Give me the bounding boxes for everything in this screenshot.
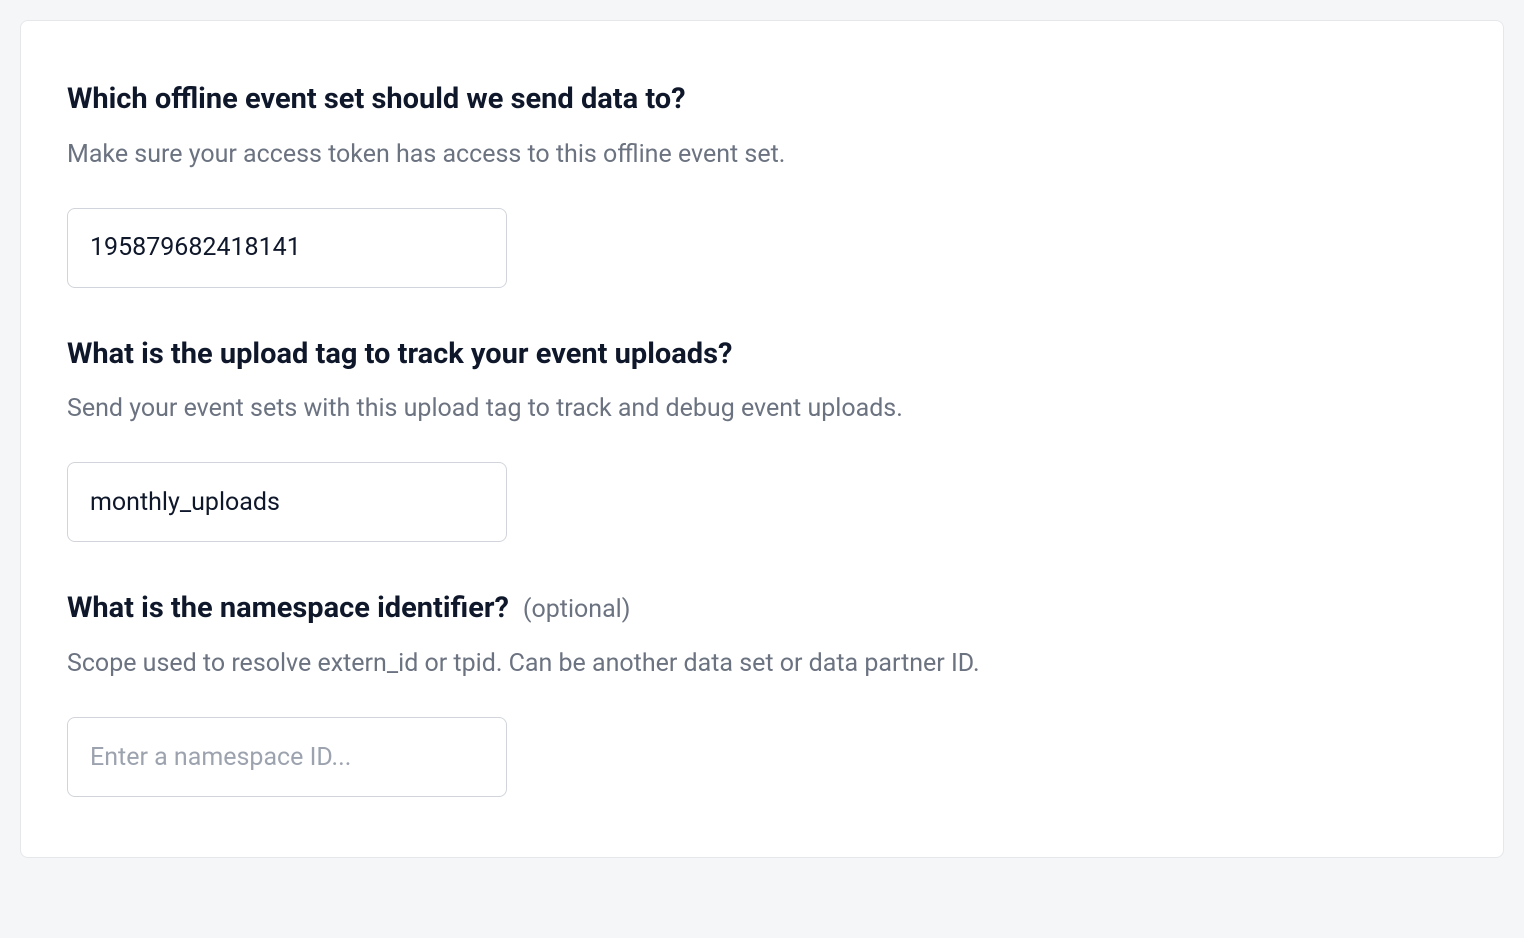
event-set-description: Make sure your access token has access t… <box>67 137 1457 172</box>
namespace-field-group: What is the namespace identifier? (optio… <box>67 590 1457 797</box>
namespace-optional-label: (optional) <box>523 595 631 624</box>
event-set-title: Which offline event set should we send d… <box>67 82 686 116</box>
settings-card: Which offline event set should we send d… <box>20 20 1504 858</box>
event-set-input[interactable] <box>67 208 507 288</box>
upload-tag-input[interactable] <box>67 462 507 542</box>
upload-tag-description: Send your event sets with this upload ta… <box>67 391 1457 426</box>
event-set-field-group: Which offline event set should we send d… <box>67 81 1457 288</box>
namespace-input[interactable] <box>67 717 507 797</box>
upload-tag-field-group: What is the upload tag to track your eve… <box>67 336 1457 543</box>
namespace-title: What is the namespace identifier? <box>67 591 509 625</box>
namespace-description: Scope used to resolve extern_id or tpid.… <box>67 646 1457 681</box>
upload-tag-title: What is the upload tag to track your eve… <box>67 337 732 371</box>
